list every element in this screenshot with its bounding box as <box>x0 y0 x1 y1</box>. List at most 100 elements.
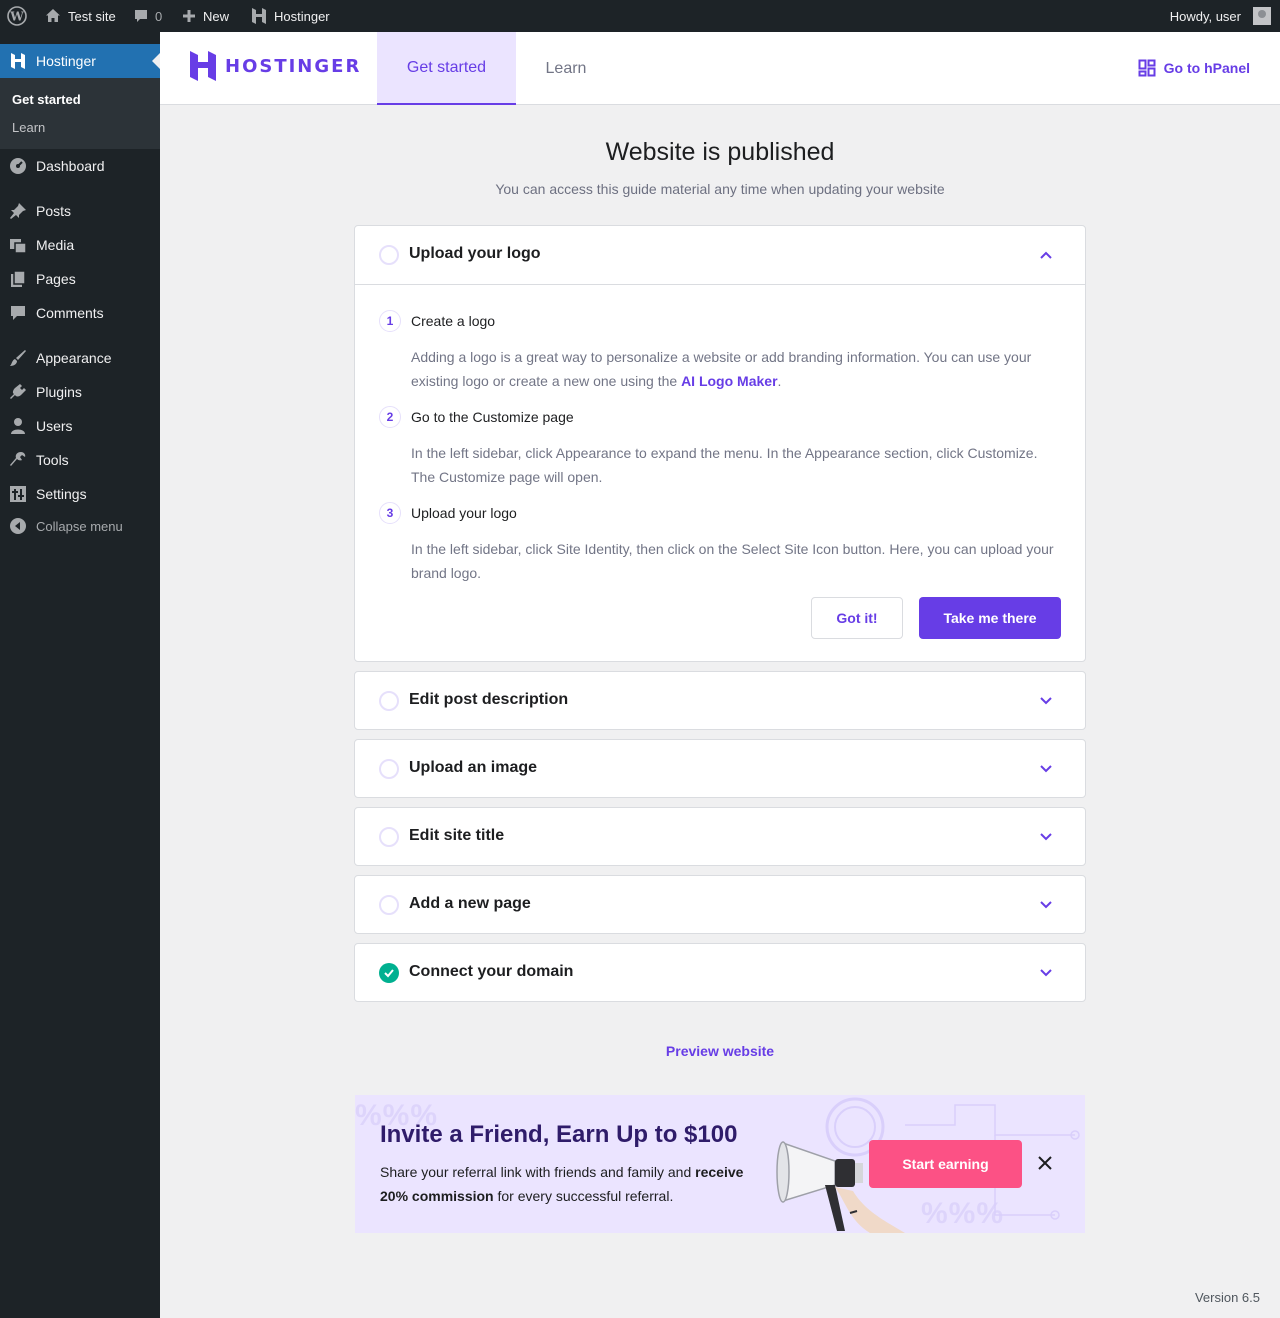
chevron-down-icon[interactable] <box>1039 694 1053 708</box>
task-card-upload-image[interactable]: Upload an image <box>354 739 1086 798</box>
task-title: Edit post description <box>409 691 569 708</box>
sidebar-item-settings[interactable]: Settings <box>0 477 160 511</box>
collapse-menu-button[interactable]: Collapse menu <box>0 509 160 543</box>
step-number: 3 <box>379 502 401 524</box>
task-card-add-new-page[interactable]: Add a new page <box>354 875 1086 934</box>
incomplete-circle-icon <box>379 245 399 265</box>
referral-banner: %%% %%% Invite a Friend, Earn Up to $100… <box>355 1095 1085 1233</box>
ai-logo-maker-link[interactable]: AI Logo Maker <box>681 373 777 389</box>
sidebar-item-label: Users <box>36 418 73 434</box>
sidebar-item-comments[interactable]: Comments <box>0 296 160 330</box>
task-card-header[interactable]: Upload an image <box>355 740 1085 798</box>
task-card-header[interactable]: Upload your logo <box>355 226 1085 284</box>
sidebar-item-label: Appearance <box>36 350 112 366</box>
task-card-header[interactable]: Edit site title <box>355 808 1085 866</box>
task-title: Connect your domain <box>409 963 574 980</box>
sidebar-item-label: Posts <box>36 203 72 219</box>
task-card-upload-logo: Upload your logo 1 Create a logo Adding … <box>354 225 1086 662</box>
sidebar-item-plugins[interactable]: Plugins <box>0 375 160 409</box>
task-card-connect-domain[interactable]: Connect your domain <box>354 943 1086 1002</box>
hostinger-icon <box>252 8 266 24</box>
site-name: Test site <box>68 8 116 24</box>
start-earning-button[interactable]: Start earning <box>869 1140 1022 1188</box>
sidebar-item-label: Dashboard <box>36 158 105 174</box>
step-description: Adding a logo is a great way to personal… <box>411 345 1061 393</box>
tab-learn[interactable]: Learn <box>526 32 606 105</box>
page-subtitle: You can access this guide material any t… <box>495 181 945 197</box>
hpanel-label: Go to hPanel <box>1163 60 1250 76</box>
chevron-up-icon[interactable] <box>1039 248 1053 262</box>
site-name-link[interactable]: Test site <box>44 0 116 32</box>
go-to-hpanel-link[interactable]: Go to hPanel <box>1138 59 1250 77</box>
greeting-text: Howdy, user <box>1169 8 1241 24</box>
comments-count: 0 <box>155 8 163 24</box>
sidebar-item-label: Media <box>36 237 75 253</box>
chevron-down-icon[interactable] <box>1039 966 1053 980</box>
sidebar-item-label: Comments <box>36 305 104 321</box>
take-me-there-button[interactable]: Take me there <box>919 597 1061 639</box>
got-it-button[interactable]: Got it! <box>811 597 903 639</box>
check-circle-icon <box>379 963 399 983</box>
preview-website-link[interactable]: Preview website <box>160 1043 1280 1059</box>
task-card-header[interactable]: Edit post description <box>355 672 1085 730</box>
chevron-down-icon[interactable] <box>1039 762 1053 776</box>
page-title: Website is published <box>605 138 835 166</box>
sidebar-item-pages[interactable]: Pages <box>0 262 160 296</box>
wordpress-logo-icon[interactable]: W <box>7 0 27 32</box>
hostinger-header: HOSTINGER Get started Learn Go to hPanel <box>160 32 1280 105</box>
sliders-icon <box>9 485 27 503</box>
banner-text-part: Share your referral link with friends an… <box>380 1164 696 1180</box>
sidebar-item-tools[interactable]: Tools <box>0 443 160 477</box>
submenu-learn[interactable]: Learn <box>12 120 45 135</box>
dashboard-icon <box>9 157 27 175</box>
task-card-body: 1 Create a logo Adding a logo is a great… <box>355 284 1085 662</box>
sidebar-item-appearance[interactable]: Appearance <box>0 341 160 375</box>
task-card-header[interactable]: Add a new page <box>355 876 1085 934</box>
step-desc-text: . <box>777 373 782 389</box>
hostinger-logo-icon <box>190 51 216 81</box>
comments-link[interactable]: 0 <box>133 0 162 32</box>
sidebar-item-label: Pages <box>36 271 76 287</box>
task-title: Add a new page <box>409 895 531 912</box>
incomplete-circle-icon <box>379 691 399 711</box>
pin-icon <box>9 202 27 220</box>
admin-bar: W Test site 0 New Hostinger Howdy, user <box>0 0 1280 32</box>
task-title: Upload your logo <box>409 245 541 262</box>
hostinger-adminbar-link[interactable]: Hostinger <box>250 0 330 32</box>
sidebar-item-dashboard[interactable]: Dashboard <box>0 149 160 183</box>
submenu-get-started[interactable]: Get started <box>12 92 81 107</box>
sidebar-item-label: Settings <box>36 486 87 502</box>
plus-icon <box>183 10 195 22</box>
sidebar-item-media[interactable]: Media <box>0 228 160 262</box>
chevron-down-icon[interactable] <box>1039 830 1053 844</box>
close-icon[interactable] <box>1037 1155 1053 1171</box>
new-content-link[interactable]: New <box>181 0 229 32</box>
tab-get-started[interactable]: Get started <box>377 32 516 105</box>
banner-text: Share your referral link with friends an… <box>380 1160 760 1208</box>
incomplete-circle-icon <box>379 759 399 779</box>
sidebar-item-posts[interactable]: Posts <box>0 194 160 228</box>
step-number: 2 <box>379 406 401 428</box>
chevron-down-icon[interactable] <box>1039 898 1053 912</box>
step-title: Create a logo <box>411 313 496 329</box>
task-card-header[interactable]: Connect your domain <box>355 944 1085 1002</box>
user-account-menu[interactable]: Howdy, user <box>1170 0 1271 32</box>
step-number: 1 <box>379 310 401 332</box>
step-description: In the left sidebar, click Site Identity… <box>411 541 1054 581</box>
task-card-edit-site-title[interactable]: Edit site title <box>354 807 1086 866</box>
sidebar-item-users[interactable]: Users <box>0 409 160 443</box>
sidebar-item-label: Tools <box>36 452 69 468</box>
task-card-edit-post-description[interactable]: Edit post description <box>354 671 1086 730</box>
plug-icon <box>9 383 27 401</box>
hostinger-label: Hostinger <box>274 8 330 24</box>
sidebar-item-hostinger[interactable]: Hostinger <box>0 44 160 78</box>
sidebar-item-label: Plugins <box>36 384 82 400</box>
avatar <box>1253 7 1271 25</box>
task-title: Upload an image <box>409 759 538 776</box>
brush-icon <box>9 349 27 367</box>
user-icon <box>9 417 27 435</box>
dashboard-grid-icon <box>1138 59 1156 77</box>
collapse-label: Collapse menu <box>36 518 123 534</box>
home-icon <box>46 9 60 22</box>
incomplete-circle-icon <box>379 827 399 847</box>
